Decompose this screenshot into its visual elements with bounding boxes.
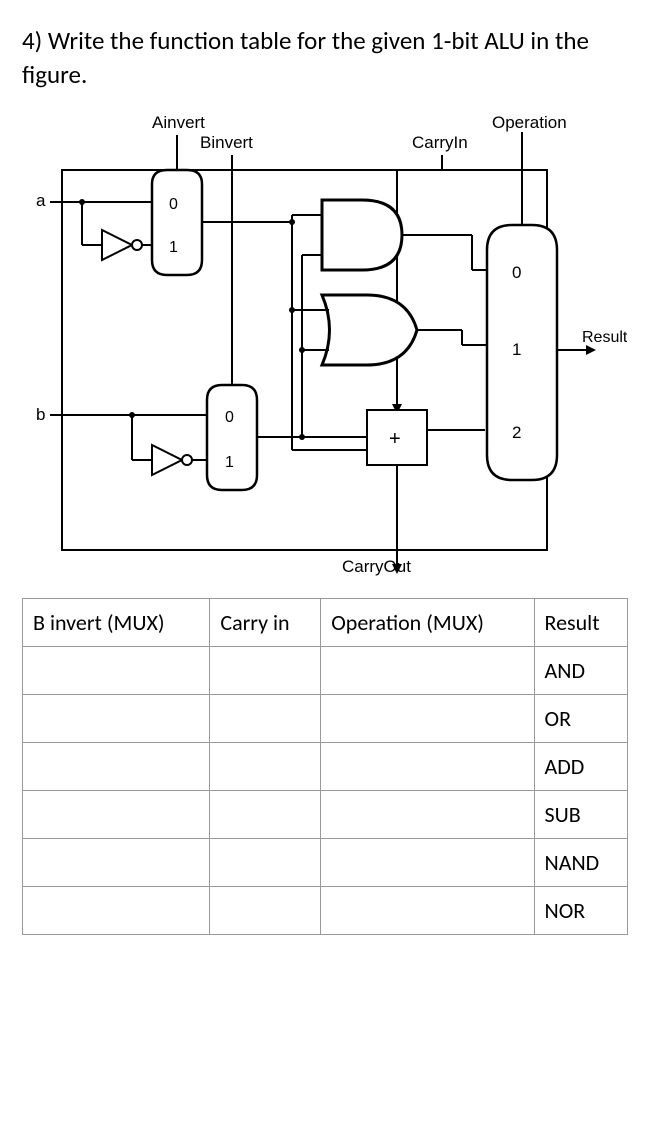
- not-gate-b: [152, 445, 182, 475]
- label-operation: Operation: [492, 113, 567, 132]
- svg-text:0: 0: [225, 409, 234, 426]
- or-gate: [322, 295, 417, 365]
- label-a: a: [36, 191, 46, 210]
- alu-diagram: Ainvert Binvert CarryIn Operation a 0 1: [22, 110, 627, 580]
- table-row: ADD: [23, 742, 628, 790]
- label-carryout: CarryOut: [342, 557, 411, 576]
- table-row: OR: [23, 694, 628, 742]
- operation-mux: 0 1 2: [487, 225, 557, 480]
- adder: +: [367, 410, 427, 465]
- table-row: NAND: [23, 838, 628, 886]
- svg-text:2: 2: [512, 423, 521, 442]
- svg-text:1: 1: [169, 239, 178, 256]
- header-binvert: B invert (MUX): [23, 598, 210, 646]
- svg-text:1: 1: [512, 340, 521, 359]
- not-gate-a: [102, 230, 132, 260]
- question-text: 4) Write the function table for the give…: [22, 24, 628, 92]
- label-carryin: CarryIn: [412, 133, 468, 152]
- svg-text:0: 0: [169, 196, 178, 213]
- function-table: B invert (MUX) Carry in Operation (MUX) …: [22, 598, 628, 935]
- svg-text:1: 1: [225, 454, 234, 471]
- header-carryin: Carry in: [210, 598, 321, 646]
- mux-a: 0 1: [152, 170, 202, 275]
- svg-text:+: +: [389, 428, 401, 450]
- svg-text:0: 0: [512, 263, 521, 282]
- table-row: NOR: [23, 886, 628, 934]
- table-row: AND: [23, 646, 628, 694]
- mux-b: 0 1: [207, 385, 257, 490]
- header-result: Result: [534, 598, 627, 646]
- and-gate: [322, 200, 402, 270]
- label-binvert: Binvert: [200, 133, 253, 152]
- header-operation: Operation (MUX): [321, 598, 534, 646]
- label-result: Result: [582, 329, 627, 346]
- table-row: SUB: [23, 790, 628, 838]
- label-b: b: [36, 405, 45, 424]
- label-ainvert: Ainvert: [152, 113, 205, 132]
